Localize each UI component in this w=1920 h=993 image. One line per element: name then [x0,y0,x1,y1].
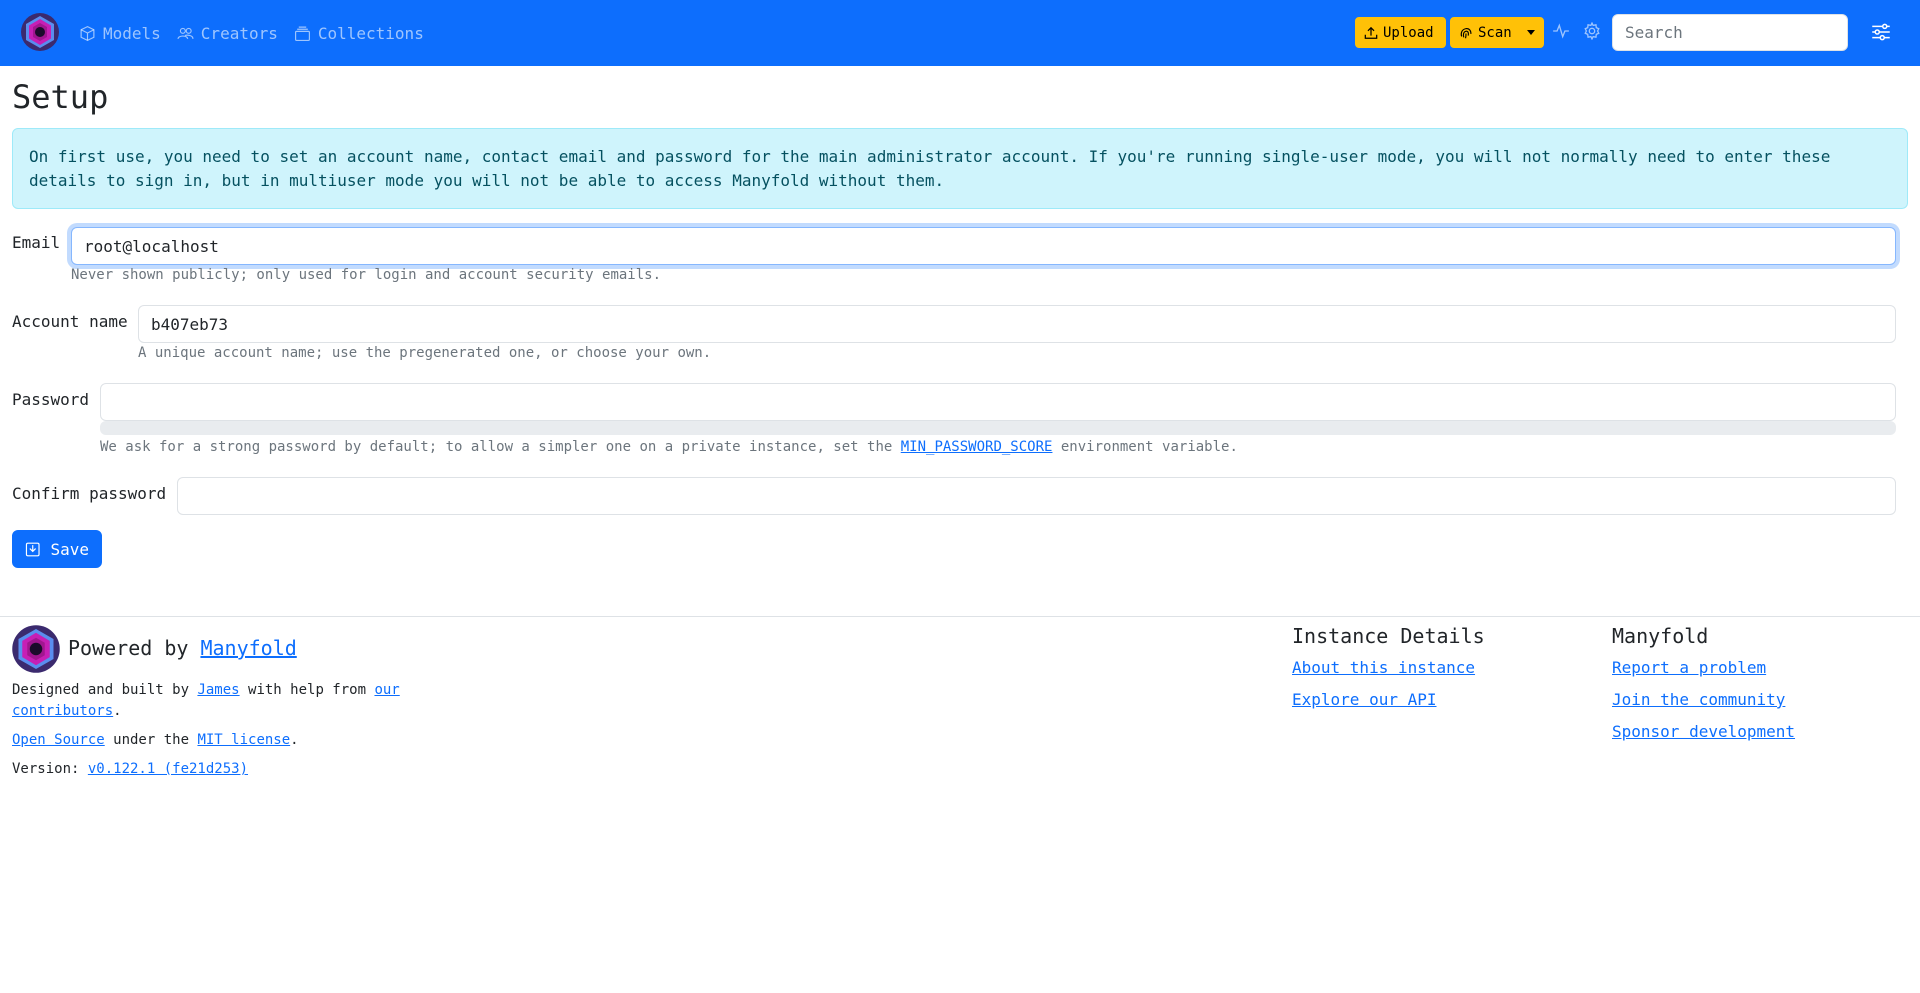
license-period: . [290,732,299,748]
footer-divider [0,616,1920,617]
designed-by-label: Designed and built by [12,682,198,698]
nav-models[interactable]: Models [79,24,161,43]
email-field[interactable] [71,227,1896,265]
about-instance-link[interactable]: About this instance [1292,658,1475,677]
under-the-label: under the [104,732,198,748]
designed-by-period: . [113,703,122,719]
chevron-down-icon[interactable] [1526,30,1535,35]
designed-by-text: Designed and built by James with help fr… [12,680,400,722]
upload-button[interactable]: Upload [1355,17,1446,48]
powered-by-text: Powered by Manyfold [68,636,297,660]
join-community-link[interactable]: Join the community [1612,690,1785,709]
version-link[interactable]: v0.122.1 (fe21d253) [88,761,248,777]
explore-api-link[interactable]: Explore our API [1292,690,1437,709]
upload-label: Upload [1383,24,1434,41]
search-input[interactable] [1612,14,1848,51]
box-icon [80,25,95,41]
mit-license-link[interactable]: MIT license [197,732,290,748]
password-help-prefix: We ask for a strong password by default;… [100,439,901,455]
min-password-score-link[interactable]: MIN_PASSWORD_SCORE [901,439,1053,455]
james-link[interactable]: James [197,682,239,698]
info-alert: On first use, you need to set an account… [12,128,1908,209]
fingerprint-icon [1460,27,1472,38]
password-help-text: We ask for a strong password by default;… [100,439,1238,455]
save-button[interactable]: Save [12,530,102,568]
our-link[interactable]: our [374,682,399,698]
activity-icon[interactable] [1552,22,1570,40]
password-field[interactable] [100,383,1896,421]
instance-details-heading: Instance Details [1292,624,1485,648]
license-text: Open Source under the MIT license. [12,730,299,751]
account-name-label: Account name [12,312,128,331]
account-name-help-text: A unique account name; use the pregenera… [138,345,712,361]
nav-models-label: Models [103,23,161,43]
collection-icon [294,26,310,41]
page-title: Setup [12,78,109,116]
people-icon [177,27,194,39]
top-navbar: Models Creators Collections Upload Scan … [0,0,1920,66]
sliders-icon[interactable] [1871,22,1891,42]
password-label: Password [12,390,90,409]
powered-by-label: Powered by [68,636,201,660]
gear-icon[interactable] [1583,22,1601,40]
version-text: Version: v0.122.1 (fe21d253) [12,759,248,780]
email-label: Email [12,233,61,252]
manyfold-logo-icon [12,625,60,673]
nav-creators-label: Creators [200,23,278,43]
manyfold-link[interactable]: Manyfold [200,636,296,660]
upload-icon [1364,26,1378,39]
confirm-password-field[interactable] [177,477,1896,515]
save-download-icon [25,542,40,556]
save-label: Save [50,539,89,559]
password-strength-meter [100,421,1896,435]
scan-button[interactable]: Scan [1450,17,1544,48]
open-source-link[interactable]: Open Source [12,732,105,748]
manyfold-logo-icon[interactable] [20,12,60,52]
nav-creators[interactable]: Creators [177,24,278,43]
with-help-label: with help from [239,682,375,698]
nav-collections-label: Collections [317,23,424,43]
confirm-password-label: Confirm password [12,484,167,503]
email-help-text: Never shown publicly; only used for logi… [71,267,662,283]
version-label: Version: [12,761,88,777]
password-help-suffix: environment variable. [1052,439,1238,455]
account-name-field[interactable] [138,305,1896,343]
scan-label: Scan [1478,24,1512,41]
report-problem-link[interactable]: Report a problem [1612,658,1766,677]
sponsor-development-link[interactable]: Sponsor development [1612,722,1795,741]
nav-collections[interactable]: Collections [294,24,424,43]
manyfold-heading: Manyfold [1612,624,1709,648]
contributors-link[interactable]: contributors [12,703,113,719]
